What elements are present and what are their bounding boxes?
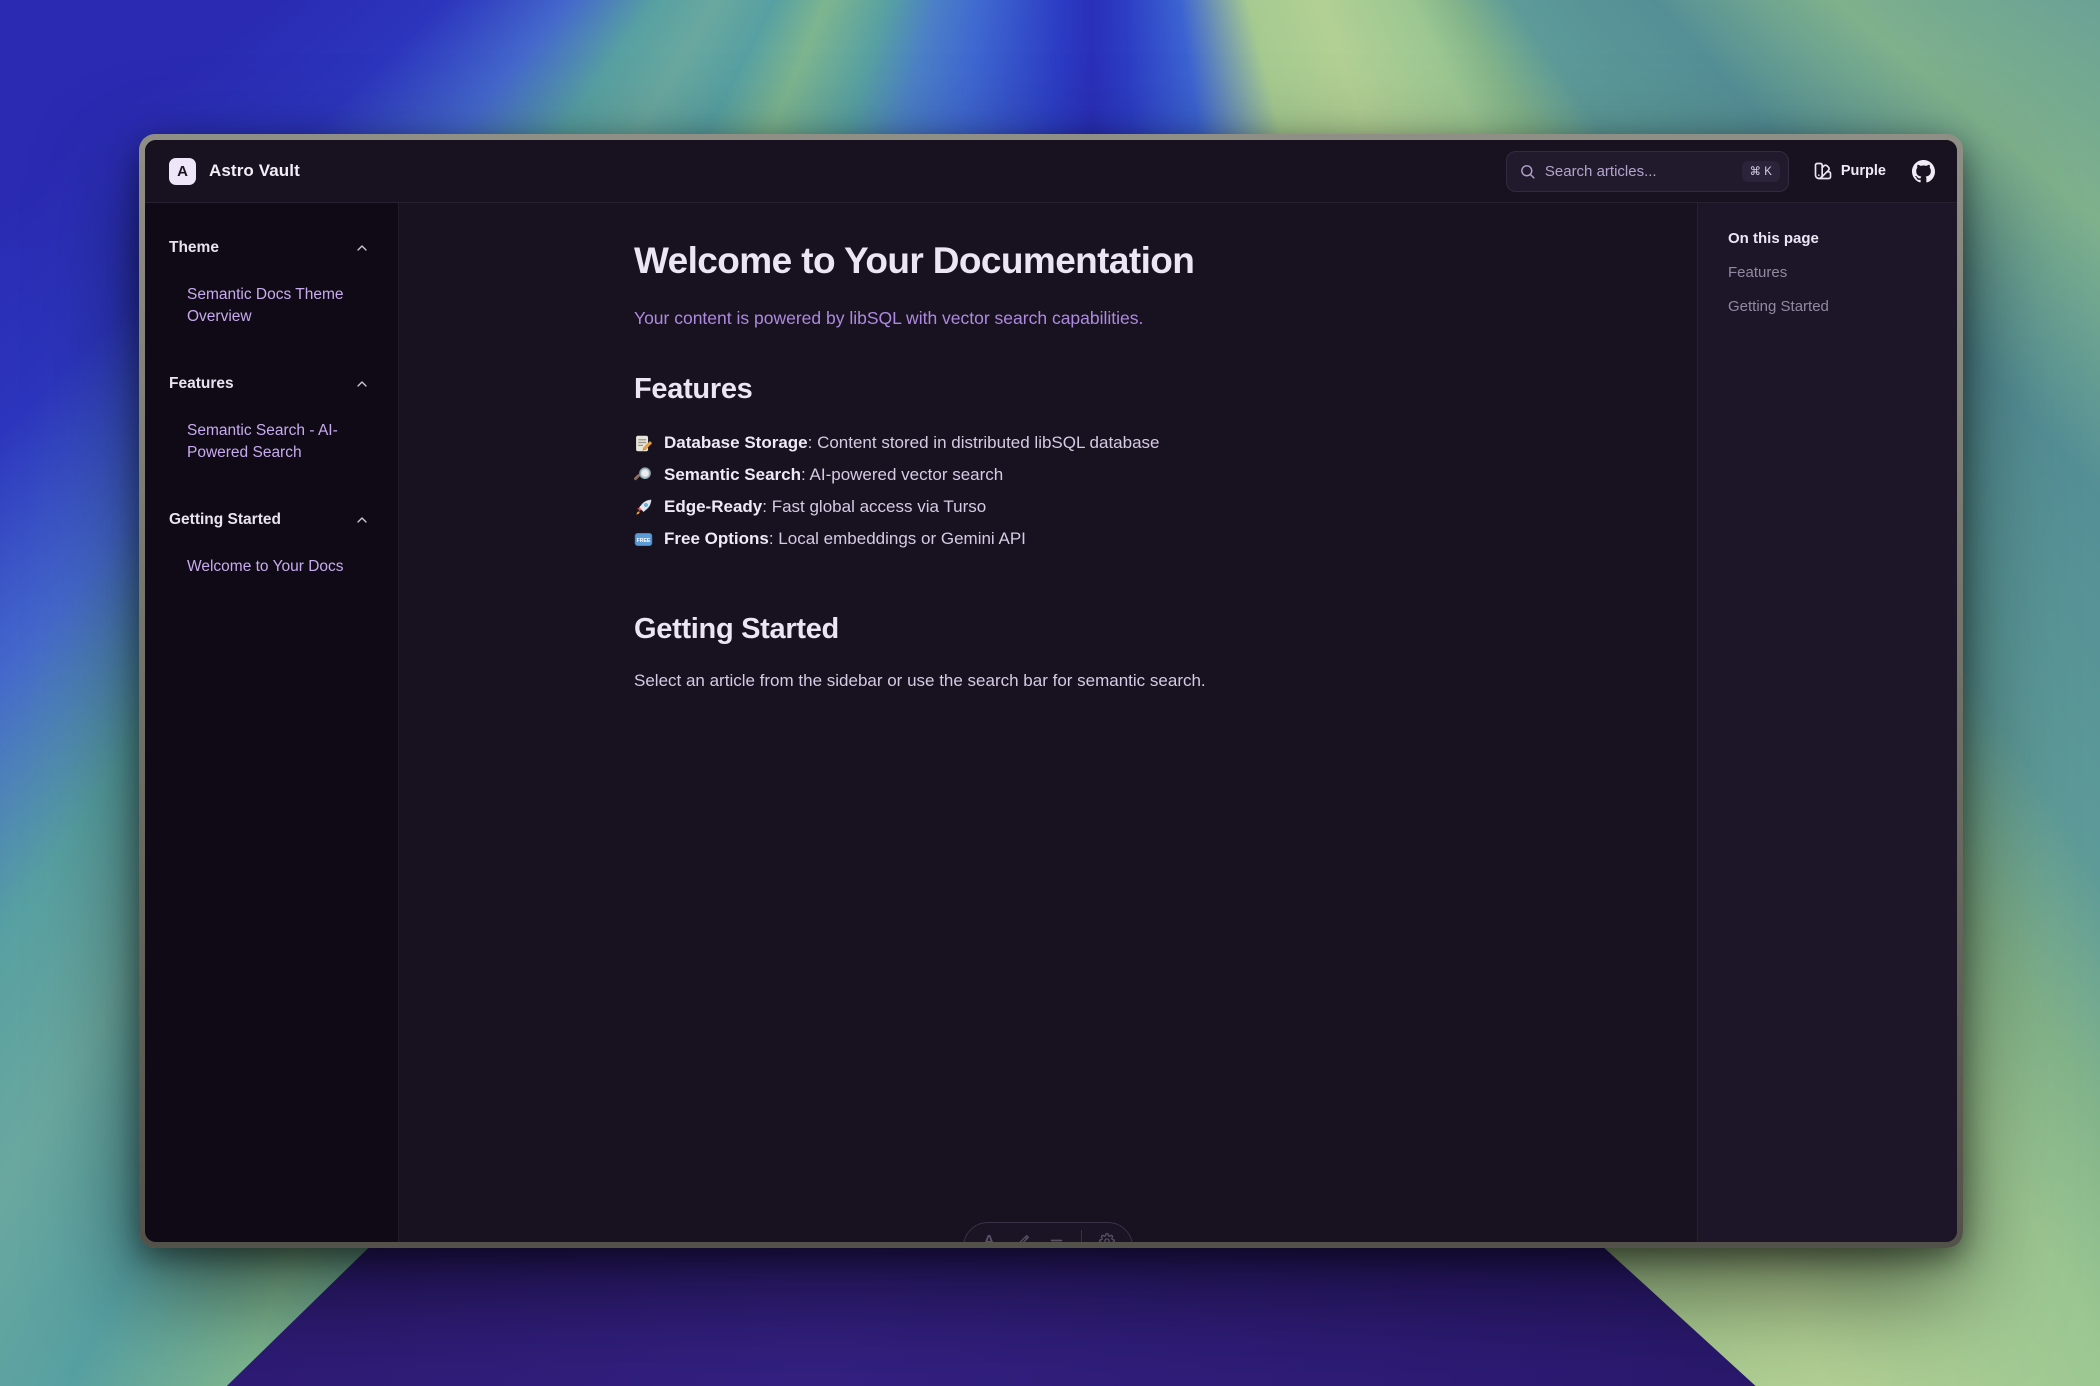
getting-started-paragraph: Select an article from the sidebar or us…	[634, 671, 1514, 691]
github-link[interactable]	[1912, 160, 1935, 183]
sidebar-nav: Theme Semantic Docs Theme Overview Featu…	[145, 203, 399, 1242]
github-icon	[1912, 160, 1935, 183]
on-this-page-title: On this page	[1728, 230, 1937, 247]
feature-item-semantic-search: Semantic Search: AI-powered vector searc…	[634, 459, 1514, 491]
feature-item-free-options: FREE Free Options: Local embeddings or G…	[634, 523, 1514, 555]
free-icon: FREE	[634, 530, 653, 549]
article: Welcome to Your Documentation Your conte…	[634, 240, 1514, 691]
gear-icon[interactable]	[1099, 1232, 1116, 1242]
feature-text: : Content stored in distributed libSQL d…	[808, 433, 1160, 452]
feature-label: Semantic Search	[664, 465, 801, 484]
brand-logo[interactable]: A	[169, 158, 196, 185]
main-content: Welcome to Your Documentation Your conte…	[399, 203, 1697, 1242]
feature-label: Database Storage	[664, 433, 808, 452]
sidebar-section-features: Features Semantic Search - AI-Powered Se…	[169, 375, 370, 464]
sidebar-section-theme: Theme Semantic Docs Theme Overview	[169, 239, 370, 328]
magnifier-icon	[634, 466, 653, 485]
top-bar: A Astro Vault Search articles... ⌘ K Pur…	[145, 140, 1957, 203]
search-shortcut-badge: ⌘ K	[1742, 161, 1780, 182]
sidebar-item-semantic-search[interactable]: Semantic Search - AI-Powered Search	[187, 420, 353, 464]
sidebar-section-features-toggle[interactable]: Features	[169, 375, 370, 393]
search-icon	[1519, 163, 1536, 180]
sidebar-item-semantic-docs-theme-overview[interactable]: Semantic Docs Theme Overview	[187, 284, 353, 328]
feature-label: Free Options	[664, 529, 769, 548]
minus-icon[interactable]	[1048, 1232, 1065, 1242]
sidebar-section-label: Theme	[169, 239, 219, 257]
getting-started-heading: Getting Started	[634, 613, 1514, 646]
theme-select-button[interactable]: Purple	[1809, 155, 1890, 187]
app-window-inner: A Astro Vault Search articles... ⌘ K Pur…	[145, 140, 1957, 1242]
app-window: A Astro Vault Search articles... ⌘ K Pur…	[139, 134, 1963, 1248]
sidebar-section-getting-started: Getting Started Welcome to Your Docs	[169, 511, 370, 578]
sidebar-item-welcome-to-your-docs[interactable]: Welcome to Your Docs	[187, 556, 353, 578]
chevron-up-icon[interactable]	[354, 376, 370, 392]
swatch-book-icon	[1813, 161, 1833, 181]
sidebar-section-getting-started-toggle[interactable]: Getting Started	[169, 511, 370, 529]
rocket-icon	[634, 498, 653, 517]
feature-label: Edge-Ready	[664, 497, 762, 516]
sidebar-section-label: Features	[169, 375, 234, 393]
page-title: Welcome to Your Documentation	[634, 240, 1514, 282]
floating-toolbar: A	[963, 1222, 1133, 1242]
window-body: Theme Semantic Docs Theme Overview Featu…	[145, 203, 1957, 1242]
toc-link-features[interactable]: Features	[1728, 264, 1937, 281]
features-heading: Features	[634, 373, 1514, 406]
svg-text:FREE: FREE	[637, 537, 651, 543]
feature-item-edge-ready: Edge-Ready: Fast global access via Turso	[634, 491, 1514, 523]
search-placeholder: Search articles...	[1545, 163, 1733, 180]
search-input[interactable]: Search articles... ⌘ K	[1506, 151, 1789, 192]
sidebar-section-label: Getting Started	[169, 511, 281, 529]
chevron-up-icon[interactable]	[354, 512, 370, 528]
font-icon[interactable]: A	[981, 1232, 998, 1242]
page-subtitle: Your content is powered by libSQL with v…	[634, 308, 1514, 329]
brand-title[interactable]: Astro Vault	[209, 161, 300, 181]
toc-link-getting-started[interactable]: Getting Started	[1728, 298, 1937, 315]
feature-text: : Fast global access via Turso	[762, 497, 986, 516]
feature-item-database-storage: Database Storage: Content stored in dist…	[634, 427, 1514, 459]
chevron-up-icon[interactable]	[354, 240, 370, 256]
toolbar-divider	[1081, 1230, 1082, 1242]
pen-icon[interactable]	[1014, 1232, 1031, 1242]
feature-text: : AI-powered vector search	[801, 465, 1003, 484]
on-this-page-panel: On this page Features Getting Started	[1697, 203, 1957, 1242]
theme-button-label: Purple	[1841, 163, 1886, 179]
features-list: Database Storage: Content stored in dist…	[634, 427, 1514, 555]
feature-text: : Local embeddings or Gemini API	[769, 529, 1026, 548]
sidebar-section-theme-toggle[interactable]: Theme	[169, 239, 370, 257]
memo-icon	[634, 434, 653, 453]
